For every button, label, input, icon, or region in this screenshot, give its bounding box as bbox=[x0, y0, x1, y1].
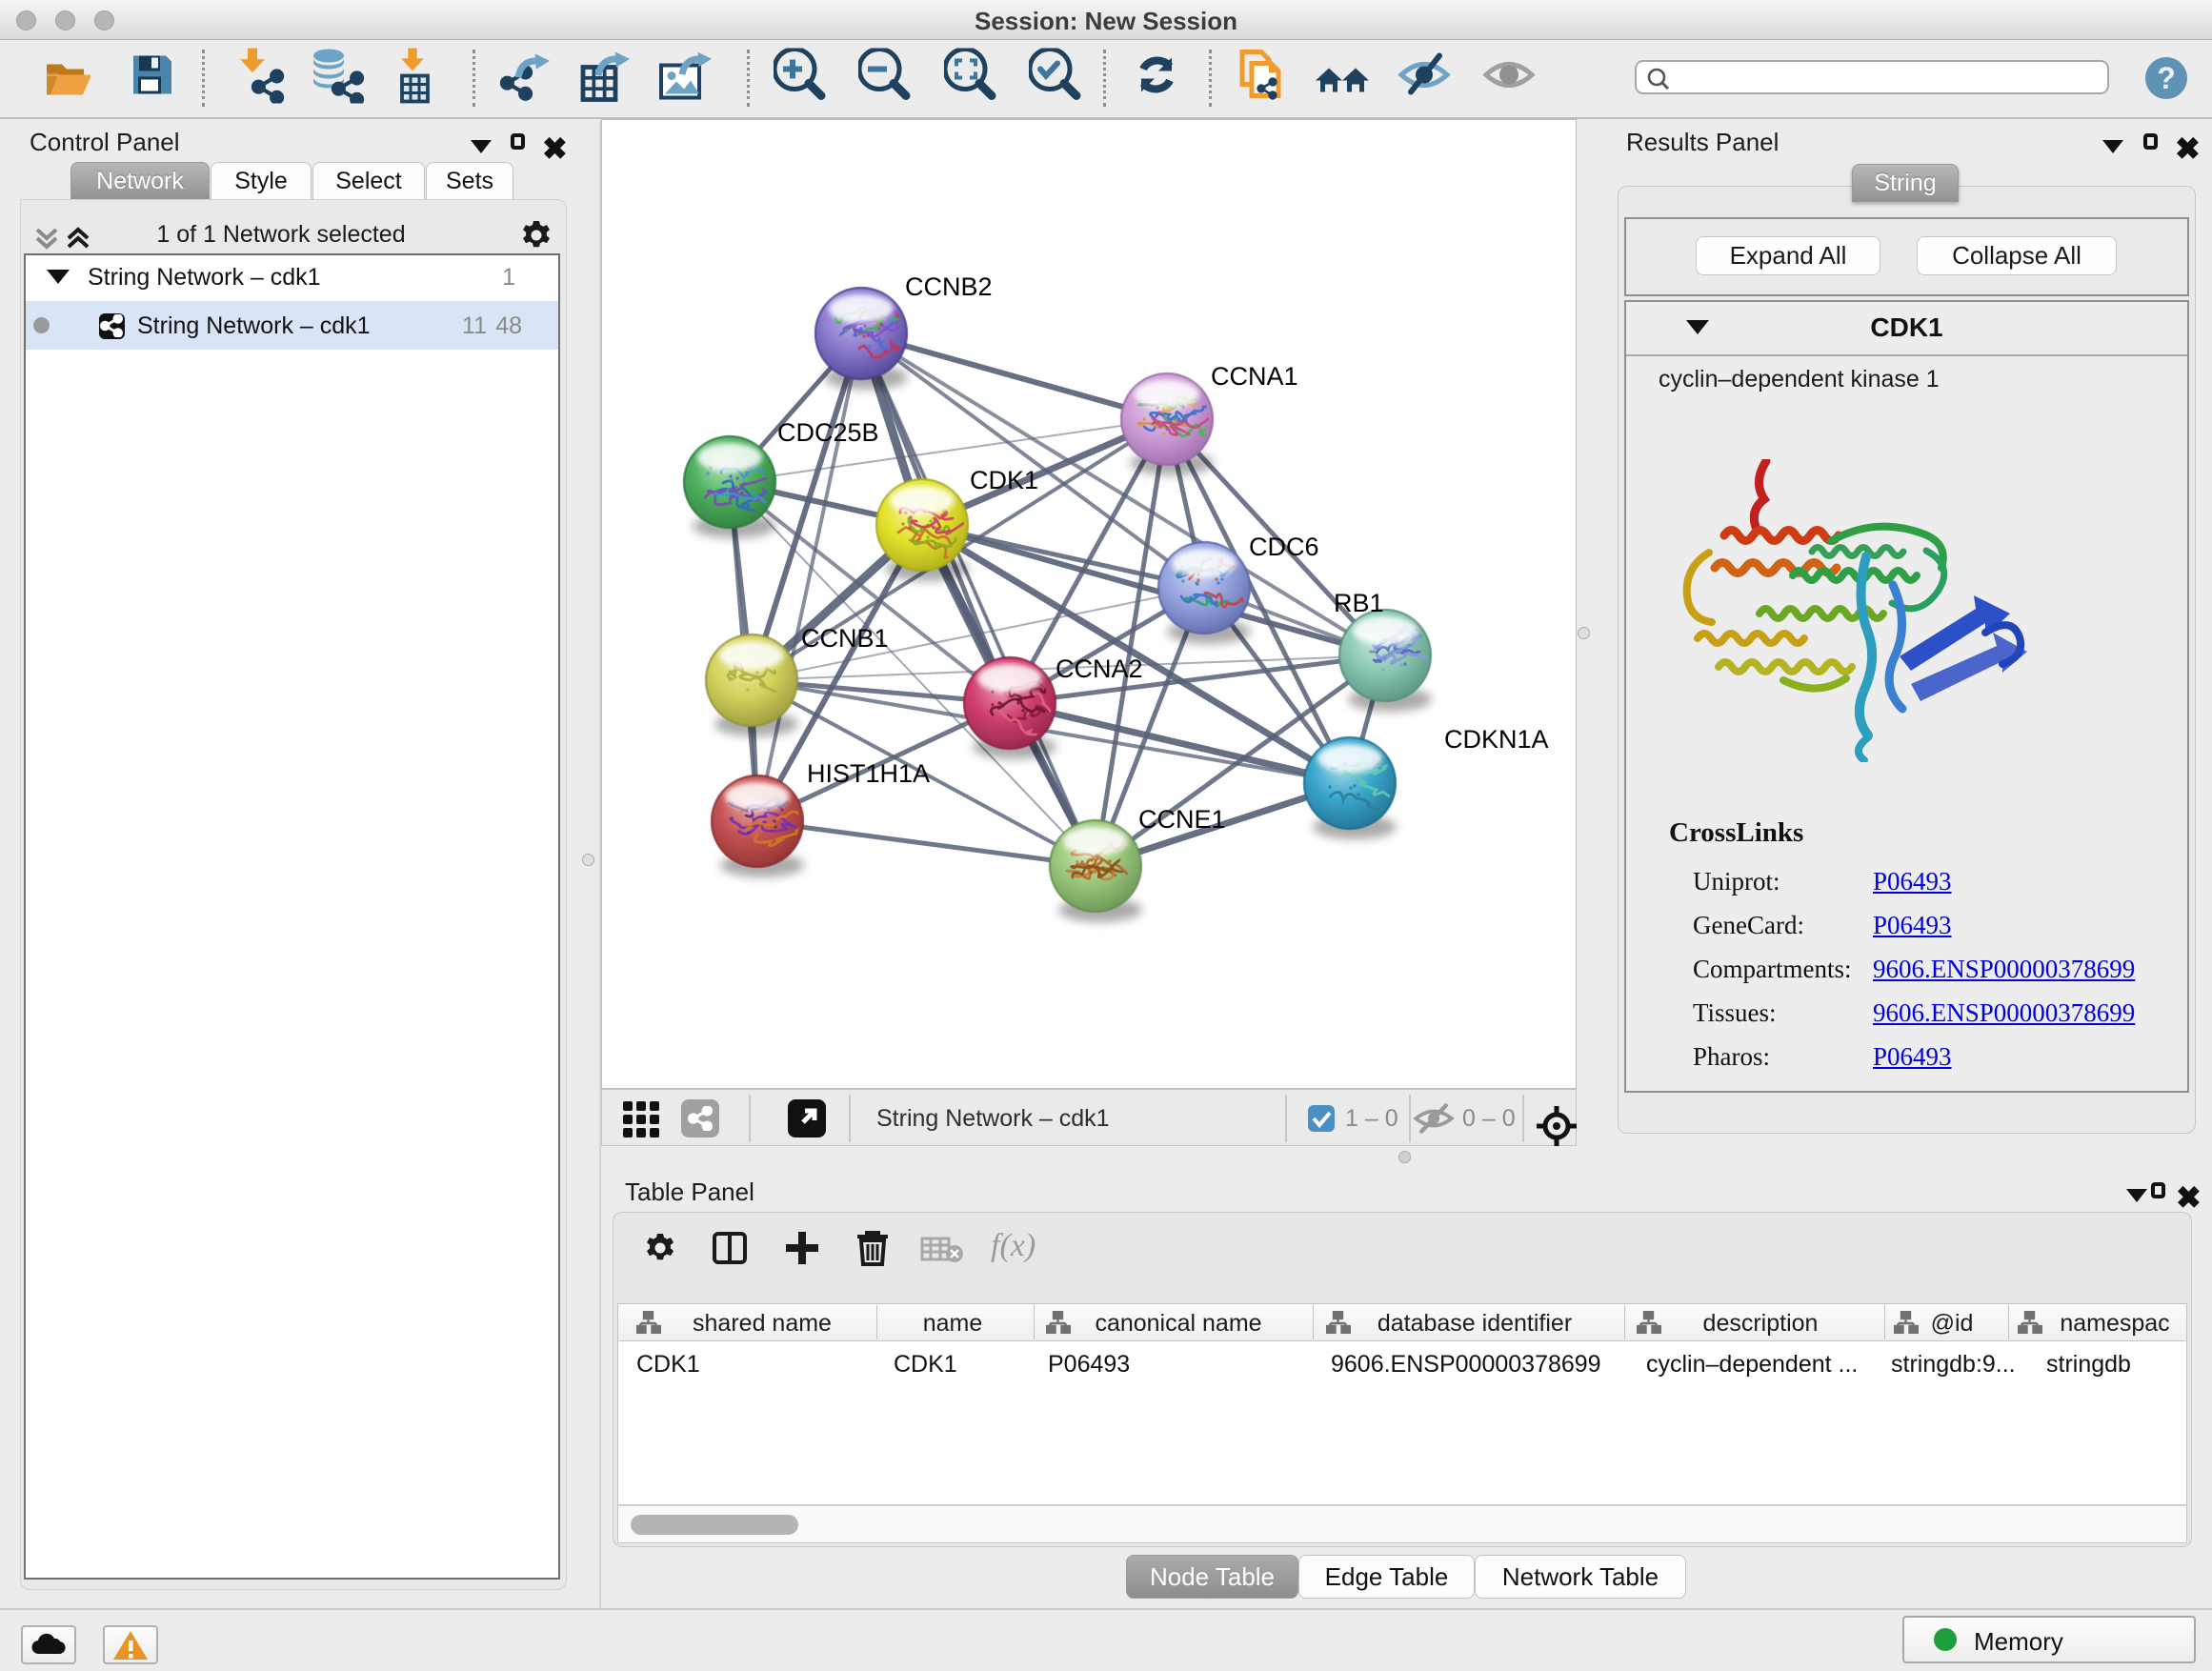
svg-text:RB1: RB1 bbox=[1334, 589, 1384, 617]
svg-text:CDKN1A: CDKN1A bbox=[1444, 725, 1549, 754]
svg-text:CCNB1: CCNB1 bbox=[801, 624, 889, 653]
svg-text:HIST1H1A: HIST1H1A bbox=[807, 759, 930, 788]
svg-text:CCNB2: CCNB2 bbox=[905, 272, 993, 301]
svg-text:CDC25B: CDC25B bbox=[777, 418, 879, 447]
svg-text:CCNA2: CCNA2 bbox=[1056, 654, 1143, 683]
svg-text:CCNE1: CCNE1 bbox=[1138, 805, 1226, 834]
svg-text:CDK1: CDK1 bbox=[970, 466, 1038, 494]
svg-text:CCNA1: CCNA1 bbox=[1211, 362, 1298, 391]
svg-text:CDC6: CDC6 bbox=[1249, 533, 1319, 561]
